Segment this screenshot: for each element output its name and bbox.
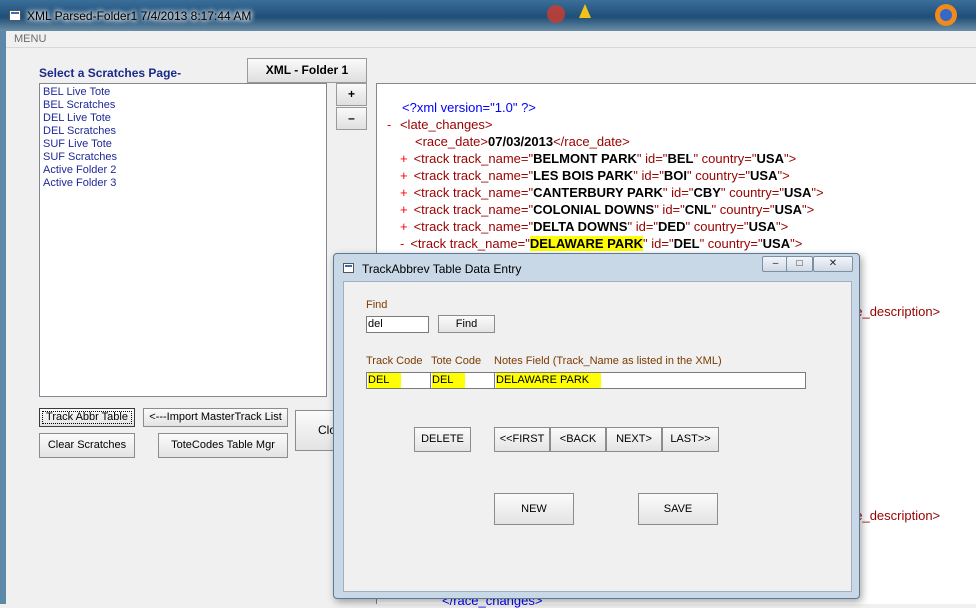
track-country-value: USA (783, 185, 812, 200)
new-button[interactable]: NEW (494, 493, 574, 525)
track-name-value: COLONIAL DOWNS (533, 202, 655, 217)
save-button[interactable]: SAVE (638, 493, 718, 525)
track-id-value: BEL (667, 151, 694, 166)
desktop-background-icon (547, 4, 957, 26)
track-country-value: USA (774, 202, 803, 217)
import-master-track-list-button[interactable]: <---Import MasterTrack List (143, 408, 288, 427)
maximize-icon[interactable]: □ (786, 256, 813, 272)
list-item[interactable]: Active Folder 3 (40, 177, 326, 190)
xml-declaration: <?xml version="1.0" ?> (402, 100, 536, 115)
menu-item-menu[interactable]: MENU (14, 33, 46, 45)
xml-node-track: - <track track_name="DELAWARE PARK" id="D… (400, 236, 803, 251)
notes-field-input[interactable]: DELAWARE PARK (494, 372, 806, 389)
notes-field-label: Notes Field (Track_Name as listed in the… (494, 355, 722, 367)
delete-button[interactable]: DELETE (414, 427, 471, 452)
main-title-bar: XML Parsed-Folder1 7/4/2013 8:17:44 AM (0, 0, 976, 31)
last-button[interactable]: LAST>> (662, 427, 719, 452)
list-item[interactable]: BEL Scratches (40, 99, 326, 112)
find-label: Find (366, 299, 388, 311)
clear-scratches-button[interactable]: Clear Scratches (39, 433, 135, 458)
close-button[interactable]: Clo (295, 410, 336, 451)
dialog-body: Find del Find Track Code Tote Code Notes… (343, 281, 852, 592)
collapse-marker[interactable]: - (400, 236, 404, 251)
track-id-value: CNL (684, 202, 712, 217)
xml-node-track: + <track track_name="DELTA DOWNS" id="DED… (400, 219, 789, 234)
close-icon[interactable]: ✕ (813, 256, 853, 272)
tote-code-input[interactable]: DEL (430, 372, 495, 389)
track-country-value: USA (748, 219, 777, 234)
xml-folder-button[interactable]: XML - Folder 1 (247, 58, 367, 83)
minimize-icon[interactable]: ‒ (762, 256, 789, 272)
track-name-value: DELTA DOWNS (533, 219, 628, 234)
list-item[interactable]: Active Folder 2 (40, 164, 326, 177)
track-abbr-table-button[interactable]: Track Abbr Table (39, 408, 135, 427)
xml-node-race-date: <race_date>07/03/2013</race_date> (415, 134, 630, 149)
collapse-marker[interactable]: - (387, 117, 391, 132)
xml-node-track: + <track track_name="CANTERBURY PARK" id=… (400, 185, 824, 200)
expand-marker[interactable]: + (400, 185, 408, 200)
find-input[interactable]: del (366, 316, 429, 333)
track-name-value: DELAWARE PARK (529, 236, 644, 251)
totecodes-table-mgr-button[interactable]: ToteCodes Table Mgr (158, 433, 288, 458)
track-id-value: DED (658, 219, 686, 234)
minus-button[interactable]: – (336, 107, 367, 130)
window-title: XML Parsed-Folder1 7/4/2013 8:17:44 AM (27, 9, 252, 23)
select-page-label: Select a Scratches Page- (39, 66, 182, 80)
plus-button[interactable]: + (336, 83, 367, 106)
scratches-page-list[interactable]: BEL Live Tote BEL Scratches DEL Live Tot… (39, 83, 327, 397)
expand-marker[interactable]: + (400, 168, 408, 183)
track-name-value: BELMONT PARK (533, 151, 637, 166)
find-button[interactable]: Find (438, 315, 495, 333)
next-button[interactable]: NEXT> (606, 427, 662, 452)
track-abbrev-dialog: TrackAbbrev Table Data Entry ‒ □ ✕ Find … (333, 253, 860, 599)
tote-code-label: Tote Code (431, 355, 482, 367)
track-id-value: CBY (693, 185, 721, 200)
xml-node-late-changes: - <late_changes> (387, 117, 493, 132)
track-country-value: USA (756, 151, 784, 166)
menu-bar: MENU (6, 31, 976, 48)
list-item[interactable]: SUF Scratches (40, 151, 326, 164)
track-name-value: LES BOIS PARK (533, 168, 634, 183)
xml-fragment: ge_description> (848, 508, 941, 523)
xml-fragment: ge_description> (848, 304, 941, 319)
xml-node-track: + <track track_name="BELMONT PARK" id="BE… (400, 151, 797, 166)
list-item[interactable]: BEL Live Tote (40, 86, 326, 99)
track-id-value: DEL (673, 236, 700, 251)
xml-node-track: + <track track_name="LES BOIS PARK" id="B… (400, 168, 790, 183)
xml-node-track: + <track track_name="COLONIAL DOWNS" id="… (400, 202, 815, 217)
list-item[interactable]: DEL Scratches (40, 125, 326, 138)
track-country-value: USA (750, 168, 778, 183)
dialog-title: TrackAbbrev Table Data Entry (362, 262, 522, 276)
expand-marker[interactable]: + (400, 151, 408, 166)
track-name-value: CANTERBURY PARK (533, 185, 663, 200)
track-country-value: USA (762, 236, 791, 251)
expand-marker[interactable]: + (400, 202, 408, 217)
track-code-input[interactable]: DEL (366, 372, 431, 389)
expand-marker[interactable]: + (400, 219, 408, 234)
track-code-label: Track Code (366, 355, 423, 367)
list-item[interactable]: DEL Live Tote (40, 112, 326, 125)
first-button[interactable]: <<FIRST (494, 427, 550, 452)
app-icon (9, 10, 21, 21)
list-item[interactable]: SUF Live Tote (40, 138, 326, 151)
back-button[interactable]: <BACK (550, 427, 606, 452)
dialog-app-icon (343, 263, 354, 273)
track-id-value: BOI (663, 168, 687, 183)
